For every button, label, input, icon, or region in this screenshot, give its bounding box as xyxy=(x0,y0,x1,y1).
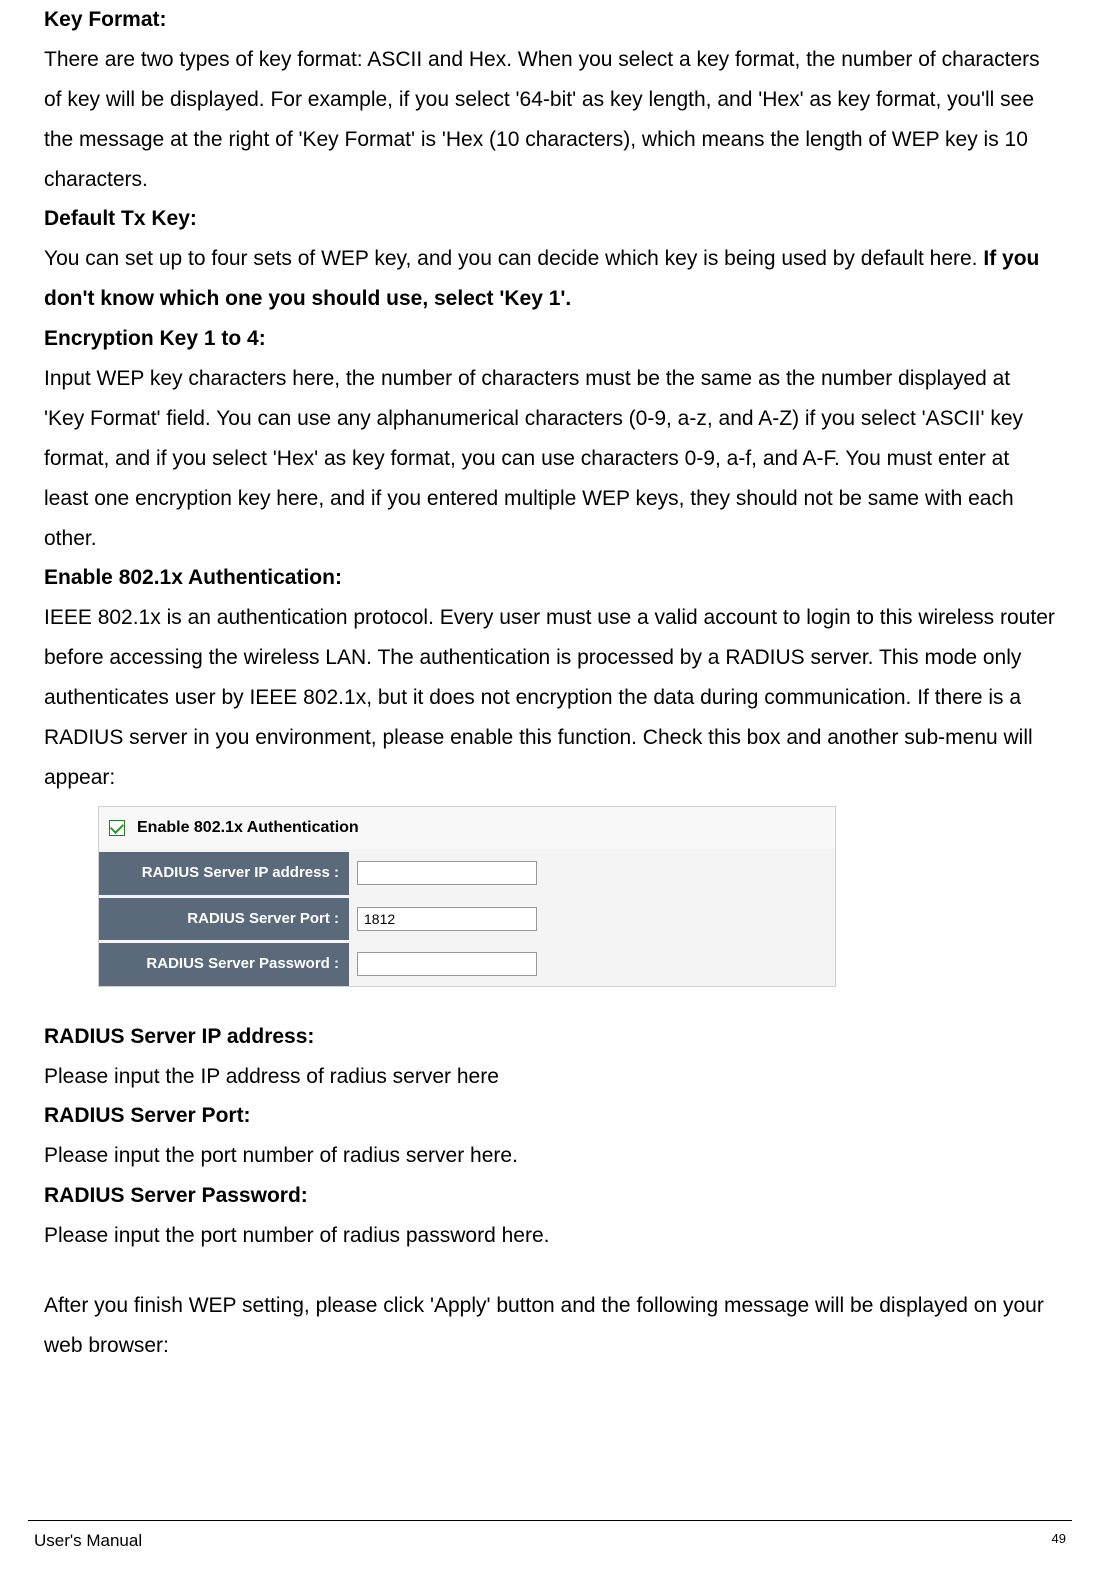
checkbox-label: Enable 802.1x Authentication xyxy=(137,813,359,843)
form-row-password: RADIUS Server Password : xyxy=(99,943,835,986)
text-default-tx-key: You can set up to four sets of WEP key, … xyxy=(44,239,1056,319)
heading-key-format: Key Format: xyxy=(44,0,1056,40)
label-radius-password: RADIUS Server Password : xyxy=(99,943,349,986)
text-enable-8021x: IEEE 802.1x is an authentication protoco… xyxy=(44,598,1056,797)
panel-header: Enable 802.1x Authentication xyxy=(99,807,835,849)
value-cell-password xyxy=(349,943,835,986)
text-radius-port: Please input the port number of radius s… xyxy=(44,1136,1056,1176)
page-footer: User's Manual 49 xyxy=(34,1531,1066,1551)
value-cell-port xyxy=(349,898,835,941)
document-content: Key Format: There are two types of key f… xyxy=(0,0,1100,1366)
heading-radius-password: RADIUS Server Password: xyxy=(44,1176,1056,1216)
value-cell-ip xyxy=(349,852,835,895)
text-radius-password: Please input the port number of radius p… xyxy=(44,1216,1056,1256)
footer-divider xyxy=(28,1520,1072,1521)
radius-port-input[interactable] xyxy=(357,907,537,931)
form-row-ip: RADIUS Server IP address : xyxy=(99,852,835,895)
text-closing: After you finish WEP setting, please cli… xyxy=(44,1286,1056,1366)
checkbox-icon[interactable] xyxy=(109,820,125,836)
text-radius-ip: Please input the IP address of radius se… xyxy=(44,1057,1056,1097)
heading-default-tx-key: Default Tx Key: xyxy=(44,199,1056,239)
text-key-format: There are two types of key format: ASCII… xyxy=(44,40,1056,200)
label-radius-ip: RADIUS Server IP address : xyxy=(99,852,349,895)
heading-enable-8021x: Enable 802.1x Authentication: xyxy=(44,558,1056,598)
heading-radius-ip: RADIUS Server IP address: xyxy=(44,1017,1056,1057)
text-encryption-key: Input WEP key characters here, the numbe… xyxy=(44,359,1056,558)
footer-page-number: 49 xyxy=(1052,1531,1066,1551)
text-default-tx-before: You can set up to four sets of WEP key, … xyxy=(44,247,983,270)
radius-ip-input[interactable] xyxy=(357,861,537,885)
radius-config-panel: Enable 802.1x Authentication RADIUS Serv… xyxy=(98,806,836,987)
form-row-port: RADIUS Server Port : xyxy=(99,898,835,941)
radius-password-input[interactable] xyxy=(357,952,537,976)
footer-title: User's Manual xyxy=(34,1531,142,1551)
label-radius-port: RADIUS Server Port : xyxy=(99,898,349,941)
heading-radius-port: RADIUS Server Port: xyxy=(44,1096,1056,1136)
heading-encryption-key: Encryption Key 1 to 4: xyxy=(44,319,1056,359)
